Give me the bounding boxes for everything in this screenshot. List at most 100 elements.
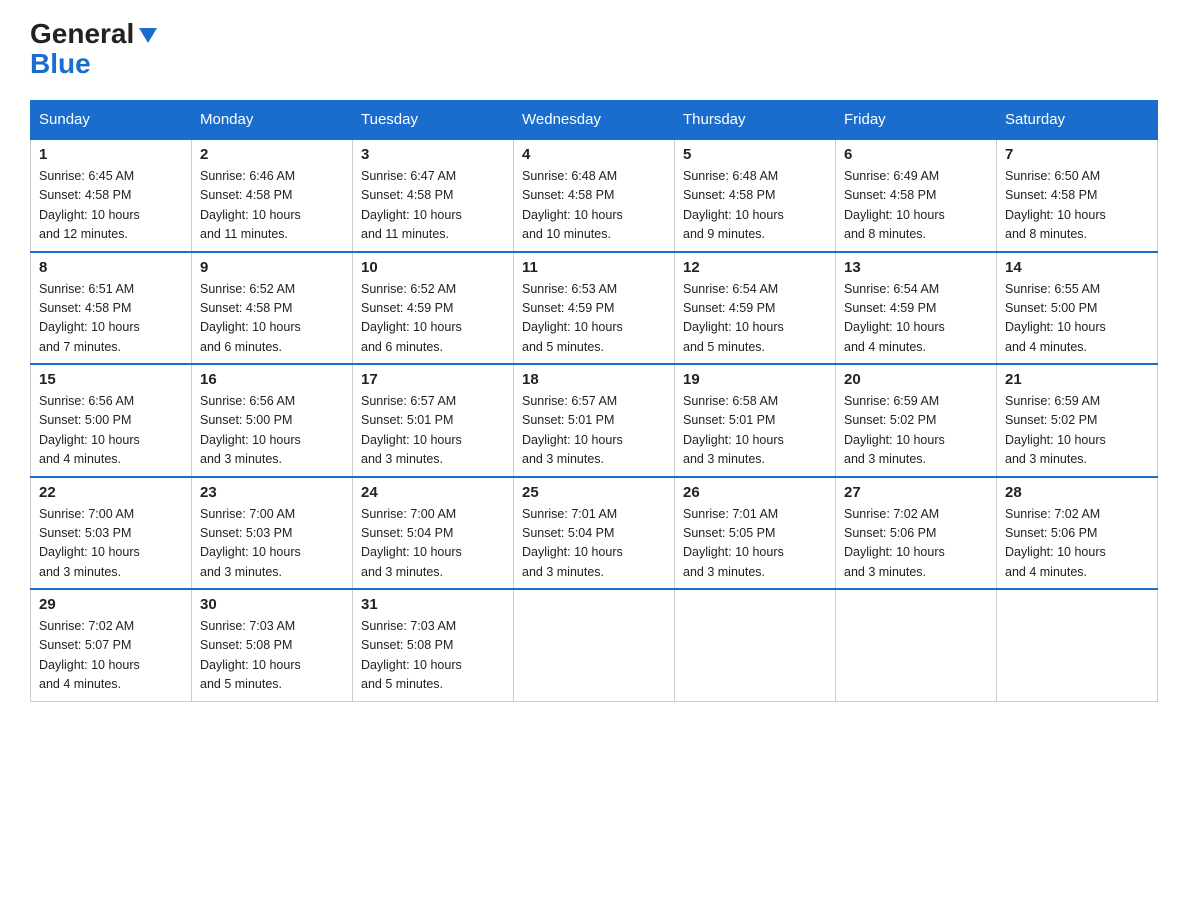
calendar-cell: 2 Sunrise: 6:46 AMSunset: 4:58 PMDayligh… [192,139,353,252]
day-info: Sunrise: 6:49 AMSunset: 4:58 PMDaylight:… [844,169,945,241]
calendar-cell: 20 Sunrise: 6:59 AMSunset: 5:02 PMDaylig… [836,364,997,477]
calendar-cell: 16 Sunrise: 6:56 AMSunset: 5:00 PMDaylig… [192,364,353,477]
calendar-cell: 17 Sunrise: 6:57 AMSunset: 5:01 PMDaylig… [353,364,514,477]
day-number: 5 [683,146,827,163]
calendar-cell: 1 Sunrise: 6:45 AMSunset: 4:58 PMDayligh… [31,139,192,252]
day-number: 8 [39,259,183,276]
calendar-table: SundayMondayTuesdayWednesdayThursdayFrid… [30,100,1158,702]
day-number: 13 [844,259,988,276]
day-number: 9 [200,259,344,276]
day-number: 21 [1005,371,1149,388]
day-number: 25 [522,484,666,501]
day-info: Sunrise: 6:47 AMSunset: 4:58 PMDaylight:… [361,169,462,241]
calendar-week-5: 29 Sunrise: 7:02 AMSunset: 5:07 PMDaylig… [31,589,1158,701]
day-info: Sunrise: 7:03 AMSunset: 5:08 PMDaylight:… [200,619,301,691]
calendar-cell: 7 Sunrise: 6:50 AMSunset: 4:58 PMDayligh… [997,139,1158,252]
day-number: 19 [683,371,827,388]
day-info: Sunrise: 6:48 AMSunset: 4:58 PMDaylight:… [522,169,623,241]
calendar-cell: 14 Sunrise: 6:55 AMSunset: 5:00 PMDaylig… [997,252,1158,365]
day-number: 11 [522,259,666,276]
calendar-week-4: 22 Sunrise: 7:00 AMSunset: 5:03 PMDaylig… [31,477,1158,590]
day-number: 7 [1005,146,1149,163]
logo-general: General [30,20,134,48]
day-info: Sunrise: 6:52 AMSunset: 4:58 PMDaylight:… [200,282,301,354]
day-info: Sunrise: 6:54 AMSunset: 4:59 PMDaylight:… [844,282,945,354]
day-info: Sunrise: 6:56 AMSunset: 5:00 PMDaylight:… [200,394,301,466]
day-number: 24 [361,484,505,501]
day-number: 12 [683,259,827,276]
calendar-cell: 6 Sunrise: 6:49 AMSunset: 4:58 PMDayligh… [836,139,997,252]
day-number: 28 [1005,484,1149,501]
day-number: 29 [39,596,183,613]
day-number: 15 [39,371,183,388]
day-info: Sunrise: 6:54 AMSunset: 4:59 PMDaylight:… [683,282,784,354]
calendar-cell: 26 Sunrise: 7:01 AMSunset: 5:05 PMDaylig… [675,477,836,590]
calendar-cell [514,589,675,701]
day-info: Sunrise: 6:50 AMSunset: 4:58 PMDaylight:… [1005,169,1106,241]
day-info: Sunrise: 7:00 AMSunset: 5:03 PMDaylight:… [200,507,301,579]
day-number: 27 [844,484,988,501]
header-friday: Friday [836,101,997,140]
calendar-cell: 21 Sunrise: 6:59 AMSunset: 5:02 PMDaylig… [997,364,1158,477]
day-info: Sunrise: 6:59 AMSunset: 5:02 PMDaylight:… [1005,394,1106,466]
calendar-cell: 19 Sunrise: 6:58 AMSunset: 5:01 PMDaylig… [675,364,836,477]
day-number: 14 [1005,259,1149,276]
calendar-cell: 5 Sunrise: 6:48 AMSunset: 4:58 PMDayligh… [675,139,836,252]
calendar-cell: 3 Sunrise: 6:47 AMSunset: 4:58 PMDayligh… [353,139,514,252]
day-info: Sunrise: 7:00 AMSunset: 5:03 PMDaylight:… [39,507,140,579]
day-number: 10 [361,259,505,276]
day-number: 17 [361,371,505,388]
calendar-header-row: SundayMondayTuesdayWednesdayThursdayFrid… [31,101,1158,140]
calendar-week-2: 8 Sunrise: 6:51 AMSunset: 4:58 PMDayligh… [31,252,1158,365]
calendar-cell: 31 Sunrise: 7:03 AMSunset: 5:08 PMDaylig… [353,589,514,701]
header-sunday: Sunday [31,101,192,140]
calendar-cell: 23 Sunrise: 7:00 AMSunset: 5:03 PMDaylig… [192,477,353,590]
day-info: Sunrise: 6:59 AMSunset: 5:02 PMDaylight:… [844,394,945,466]
calendar-cell: 27 Sunrise: 7:02 AMSunset: 5:06 PMDaylig… [836,477,997,590]
day-info: Sunrise: 7:02 AMSunset: 5:07 PMDaylight:… [39,619,140,691]
calendar-cell: 18 Sunrise: 6:57 AMSunset: 5:01 PMDaylig… [514,364,675,477]
calendar-cell: 15 Sunrise: 6:56 AMSunset: 5:00 PMDaylig… [31,364,192,477]
day-info: Sunrise: 6:46 AMSunset: 4:58 PMDaylight:… [200,169,301,241]
calendar-week-3: 15 Sunrise: 6:56 AMSunset: 5:00 PMDaylig… [31,364,1158,477]
calendar-cell: 10 Sunrise: 6:52 AMSunset: 4:59 PMDaylig… [353,252,514,365]
calendar-cell: 13 Sunrise: 6:54 AMSunset: 4:59 PMDaylig… [836,252,997,365]
header-tuesday: Tuesday [353,101,514,140]
day-number: 30 [200,596,344,613]
day-info: Sunrise: 6:53 AMSunset: 4:59 PMDaylight:… [522,282,623,354]
calendar-cell [836,589,997,701]
calendar-cell: 28 Sunrise: 7:02 AMSunset: 5:06 PMDaylig… [997,477,1158,590]
day-info: Sunrise: 7:01 AMSunset: 5:05 PMDaylight:… [683,507,784,579]
calendar-cell: 25 Sunrise: 7:01 AMSunset: 5:04 PMDaylig… [514,477,675,590]
day-info: Sunrise: 6:51 AMSunset: 4:58 PMDaylight:… [39,282,140,354]
day-number: 23 [200,484,344,501]
header-thursday: Thursday [675,101,836,140]
day-number: 31 [361,596,505,613]
day-number: 4 [522,146,666,163]
calendar-cell: 12 Sunrise: 6:54 AMSunset: 4:59 PMDaylig… [675,252,836,365]
day-info: Sunrise: 7:00 AMSunset: 5:04 PMDaylight:… [361,507,462,579]
calendar-cell [997,589,1158,701]
day-info: Sunrise: 6:55 AMSunset: 5:00 PMDaylight:… [1005,282,1106,354]
day-number: 3 [361,146,505,163]
day-number: 26 [683,484,827,501]
logo: General Blue [30,20,157,80]
page-header: General Blue [30,20,1158,80]
calendar-week-1: 1 Sunrise: 6:45 AMSunset: 4:58 PMDayligh… [31,139,1158,252]
day-info: Sunrise: 6:57 AMSunset: 5:01 PMDaylight:… [361,394,462,466]
day-info: Sunrise: 7:02 AMSunset: 5:06 PMDaylight:… [1005,507,1106,579]
day-number: 2 [200,146,344,163]
day-info: Sunrise: 7:01 AMSunset: 5:04 PMDaylight:… [522,507,623,579]
header-monday: Monday [192,101,353,140]
day-number: 20 [844,371,988,388]
day-info: Sunrise: 6:57 AMSunset: 5:01 PMDaylight:… [522,394,623,466]
calendar-cell: 11 Sunrise: 6:53 AMSunset: 4:59 PMDaylig… [514,252,675,365]
header-saturday: Saturday [997,101,1158,140]
calendar-cell: 22 Sunrise: 7:00 AMSunset: 5:03 PMDaylig… [31,477,192,590]
calendar-cell: 24 Sunrise: 7:00 AMSunset: 5:04 PMDaylig… [353,477,514,590]
day-number: 16 [200,371,344,388]
header-wednesday: Wednesday [514,101,675,140]
day-info: Sunrise: 6:58 AMSunset: 5:01 PMDaylight:… [683,394,784,466]
calendar-cell: 8 Sunrise: 6:51 AMSunset: 4:58 PMDayligh… [31,252,192,365]
day-info: Sunrise: 6:52 AMSunset: 4:59 PMDaylight:… [361,282,462,354]
